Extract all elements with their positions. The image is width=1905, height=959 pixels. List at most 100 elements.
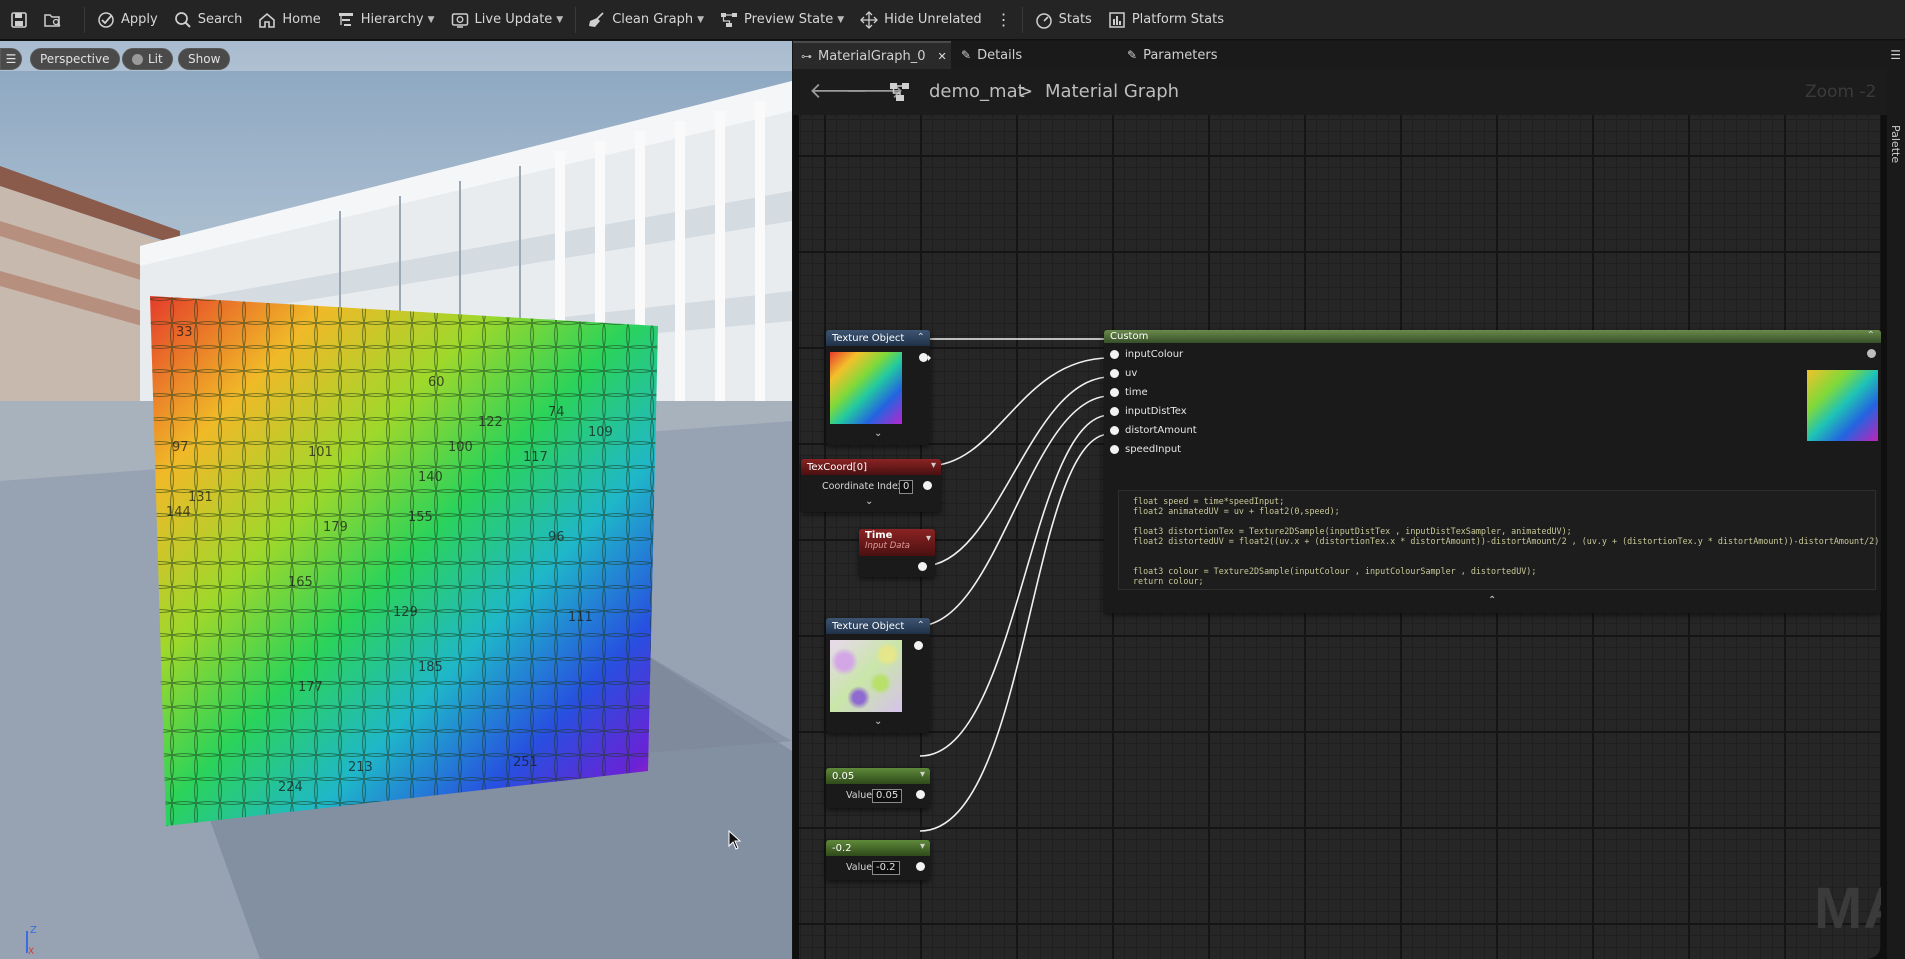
palette-tab[interactable]: Palette: [1889, 125, 1902, 163]
wire-const1-to-distortamount: [919, 414, 1111, 757]
show-button[interactable]: Show: [178, 48, 231, 70]
collapse-chevron-icon[interactable]: ⌃: [1867, 330, 1875, 341]
tab-parameters[interactable]: ✎ Parameters: [1119, 41, 1225, 69]
close-tab-icon[interactable]: ✕: [937, 50, 946, 63]
uv-number-label: 155: [408, 510, 433, 525]
preview-viewport[interactable]: 33 97 144 131 140 155 165 179 185 213 251 60 74 96 109…: [0, 41, 792, 959]
node-title: Time: [865, 530, 893, 541]
live-update-button[interactable]: Live Update ▼: [443, 0, 572, 40]
wire-const2-to-speedinput: [919, 433, 1111, 832]
expand-chevron-icon[interactable]: ⌄: [865, 496, 873, 507]
code-line: float3 colour = Texture2DSample(inputCol…: [1133, 566, 1537, 576]
uv-number-label: 185: [418, 660, 443, 675]
search-icon: [174, 11, 192, 29]
pencil-icon: ✎: [1127, 48, 1138, 62]
save-button[interactable]: [0, 0, 40, 40]
node-header[interactable]: 0.05 ▾: [826, 768, 930, 784]
platform-stats-button[interactable]: Platform Stats: [1100, 0, 1232, 40]
code-line: float3 distortionTex = Texture2DSample(i…: [1133, 526, 1572, 536]
toolbar-divider: [575, 6, 577, 33]
lit-mode-button[interactable]: Lit: [122, 48, 173, 70]
perspective-button[interactable]: Perspective: [30, 48, 120, 70]
output-pin[interactable]: [916, 790, 925, 799]
constant-node-neg-0-2[interactable]: -0.2 ▾ Value -0.2: [826, 840, 930, 880]
live-update-label: Live Update: [474, 12, 553, 27]
output-pin[interactable]: [923, 481, 932, 490]
chevron-down-icon: ▼: [697, 14, 705, 25]
output-pin[interactable]: [1867, 349, 1876, 358]
expand-chevron-icon[interactable]: ⌄: [874, 716, 882, 727]
platform-stats-label: Platform Stats: [1131, 12, 1224, 27]
node-title: Custom: [1110, 331, 1149, 342]
node-header[interactable]: Texture Object ⌃: [826, 330, 930, 346]
apply-button[interactable]: Apply: [89, 0, 166, 40]
clean-graph-button[interactable]: Clean Graph ▼: [580, 0, 712, 40]
texture-object-node-2[interactable]: Texture Object ⌃ ⌄: [826, 618, 930, 733]
search-button[interactable]: Search: [166, 0, 251, 40]
browse-button[interactable]: [40, 0, 80, 40]
node-header[interactable]: Texture Object ⌃: [826, 618, 930, 634]
graph-tab-bar: ⊶ MaterialGraph_0 ✕ ✎ Details ✎ Paramete…: [793, 41, 1905, 69]
hide-unrelated-label: Hide Unrelated: [884, 12, 982, 27]
custom-input-pin[interactable]: speedInput: [1110, 444, 1181, 455]
lit-sphere-icon: [132, 53, 143, 65]
collapse-code-chevron-icon[interactable]: ⌃: [1488, 595, 1496, 606]
output-pin[interactable]: [914, 641, 923, 650]
uv-number-label: 144: [166, 505, 191, 520]
chevron-down-icon: ▼: [556, 14, 564, 25]
palette-sidebar[interactable]: Palette: [1887, 69, 1905, 959]
texture-thumbnail-noise: [830, 640, 902, 712]
breadcrumb-graph[interactable]: Material Graph: [1045, 81, 1179, 102]
home-button[interactable]: Home: [250, 0, 328, 40]
hide-unrelated-button[interactable]: Hide Unrelated: [852, 0, 990, 40]
stats-button[interactable]: Stats: [1027, 0, 1100, 40]
uv-number-label: 224: [278, 780, 303, 795]
expand-chevron-icon[interactable]: ⌄: [874, 428, 882, 439]
coordinate-index-field[interactable]: 0: [899, 480, 914, 494]
node-title: Texture Object: [832, 620, 905, 632]
output-pin[interactable]: [918, 562, 927, 571]
value-field[interactable]: -0.2: [872, 861, 900, 875]
collapse-chevron-icon[interactable]: ▾: [931, 460, 936, 471]
collapse-chevron-icon[interactable]: ▾: [920, 841, 925, 852]
value-field[interactable]: 0.05: [872, 789, 903, 803]
viewport-menu-button[interactable]: ☰: [0, 48, 22, 70]
more-options-button[interactable]: ⋮: [990, 0, 1018, 40]
node-header[interactable]: Time Input Data ▾: [859, 529, 935, 556]
node-title: 0.05: [832, 770, 855, 782]
node-header[interactable]: TexCoord[0] ▾: [801, 459, 941, 475]
node-header[interactable]: -0.2 ▾: [826, 840, 930, 856]
texture-object-node-1[interactable]: Texture Object ⌃ ⌄: [826, 330, 931, 445]
collapse-chevron-icon[interactable]: ⌃: [917, 620, 925, 631]
collapse-chevron-icon[interactable]: ▾: [926, 533, 931, 544]
custom-code-editor[interactable]: float speed = time*speedInput; float2 ani…: [1118, 490, 1881, 590]
custom-input-pin[interactable]: uv: [1110, 368, 1137, 379]
collapse-chevron-icon[interactable]: ⌃: [917, 332, 925, 343]
graph-canvas[interactable]: Texture Object ⌃ ⌄ TexCoord[0] ▾ Coordin…: [799, 115, 1881, 959]
collapse-chevron-icon[interactable]: ▾: [920, 769, 925, 780]
breadcrumb-asset[interactable]: demo_mat: [929, 81, 1025, 102]
panel-menu-button[interactable]: ☰: [1886, 41, 1905, 69]
custom-input-pin[interactable]: inputColour: [1110, 349, 1183, 360]
material-graph-panel: ⊶ MaterialGraph_0 ✕ ✎ Details ✎ Paramete…: [793, 41, 1905, 959]
preview-state-button[interactable]: Preview State ▼: [712, 0, 852, 40]
preview-state-icon: [720, 11, 738, 29]
hierarchy-button[interactable]: Hierarchy ▼: [329, 0, 443, 40]
constant-node-0-05[interactable]: 0.05 ▾ Value 0.05: [826, 768, 930, 808]
texcoord-node[interactable]: TexCoord[0] ▾ Coordinate Index 0 ⌄: [801, 459, 941, 512]
save-icon: [10, 11, 28, 29]
node-header[interactable]: Custom ⌃: [1104, 330, 1881, 343]
custom-input-pin[interactable]: distortAmount: [1110, 425, 1197, 436]
custom-input-pin[interactable]: time: [1110, 387, 1148, 398]
output-pin[interactable]: [916, 862, 925, 871]
uv-number-label: 165: [288, 575, 313, 590]
lit-label: Lit: [148, 52, 163, 66]
home-label: Home: [282, 12, 321, 27]
custom-node[interactable]: Custom ⌃ inputColour uv time inputDistTe…: [1104, 330, 1881, 613]
tab-details[interactable]: ✎ Details: [953, 41, 1030, 69]
time-node[interactable]: Time Input Data ▾: [859, 529, 935, 577]
output-pin[interactable]: [919, 353, 928, 362]
tab-material-graph[interactable]: ⊶ MaterialGraph_0 ✕: [793, 41, 951, 69]
custom-input-pin[interactable]: inputDistTex: [1110, 406, 1187, 417]
